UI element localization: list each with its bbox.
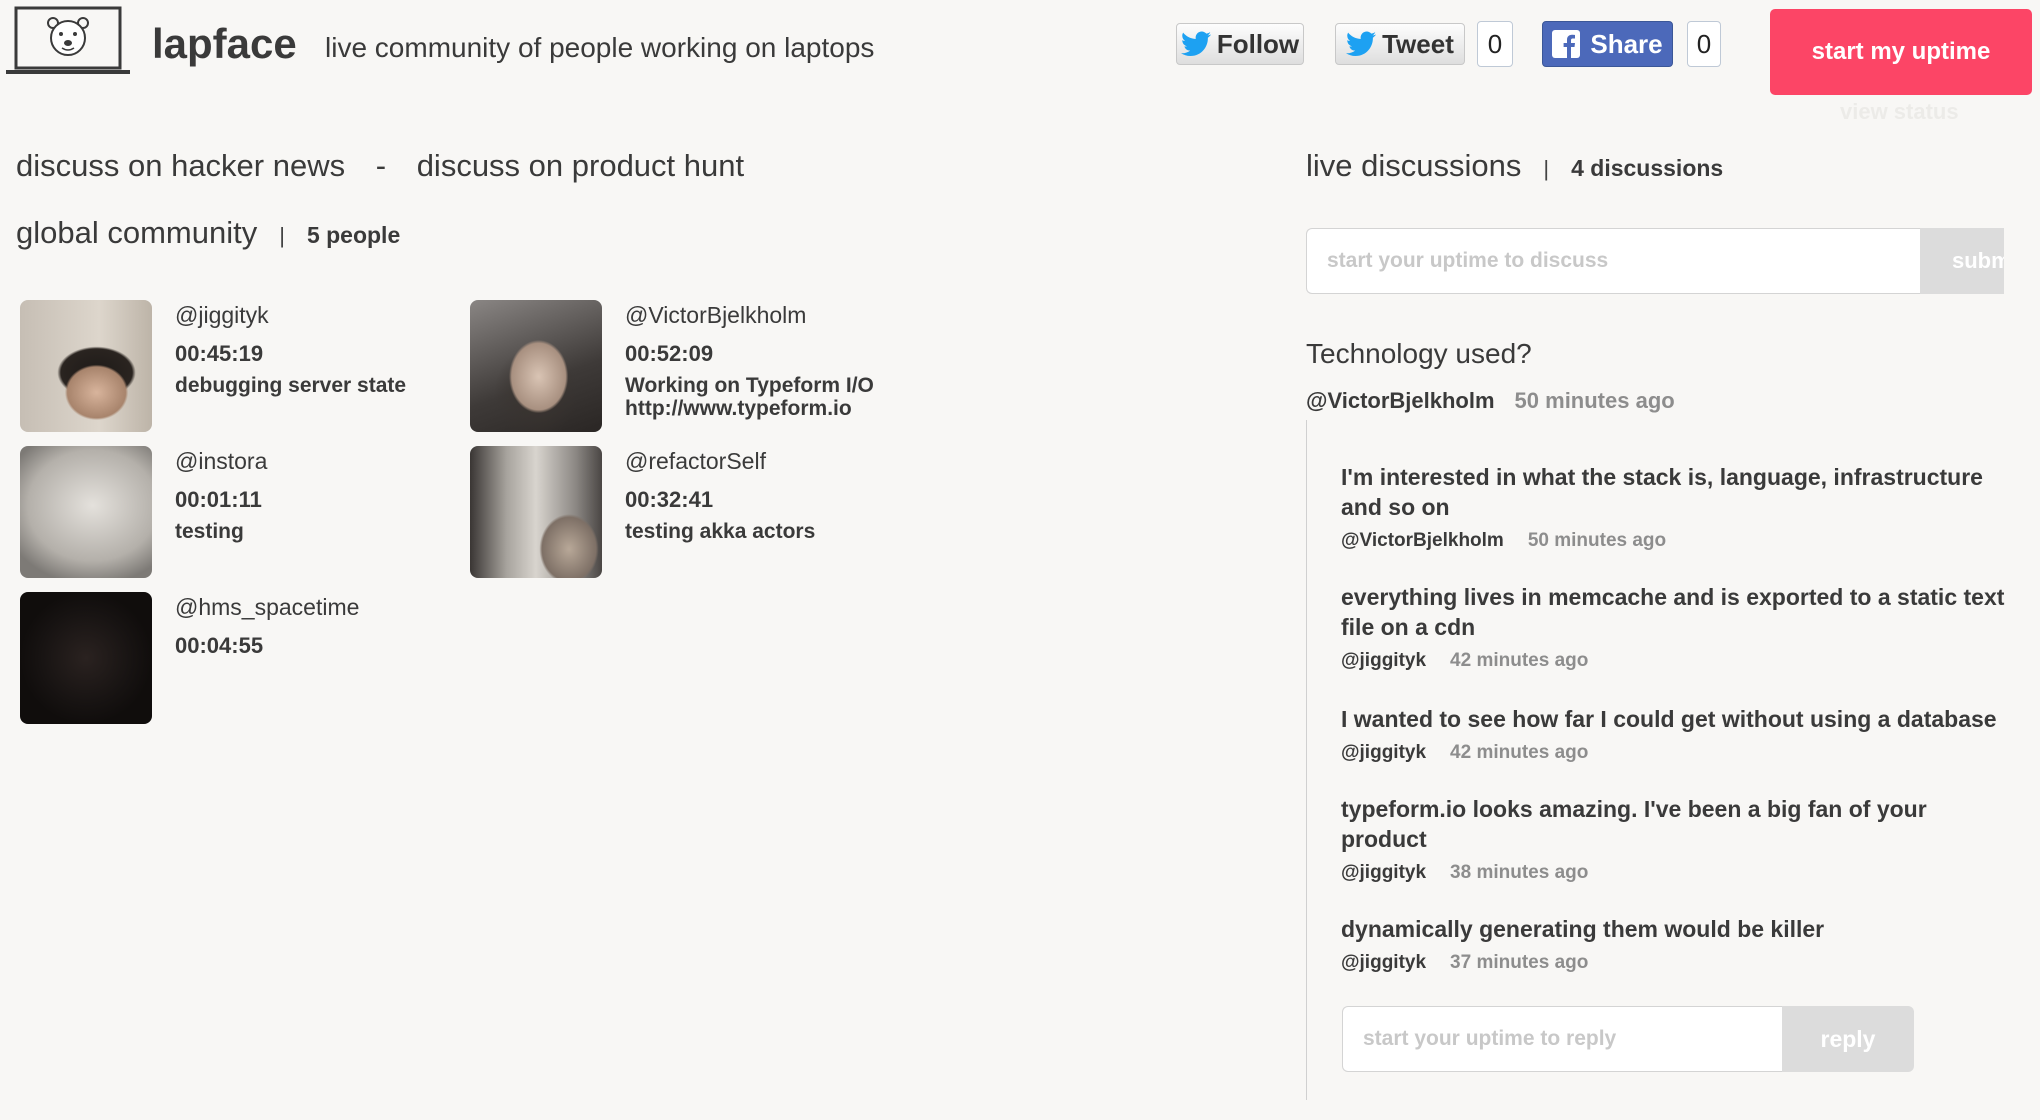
person-handle[interactable]: @VictorBjelkholm	[625, 300, 910, 336]
community-title: global community	[16, 215, 258, 250]
person-handle[interactable]: @refactorSelf	[625, 446, 910, 482]
link-separator: -	[375, 148, 387, 183]
comment-time: 50 minutes ago	[1527, 530, 1667, 551]
person-card[interactable]: @jiggityk 00:45:19 debugging server stat…	[20, 300, 460, 434]
discuss-links: discuss on hacker news - discuss on prod…	[16, 148, 766, 184]
tweet-button[interactable]: Tweet	[1335, 23, 1465, 65]
comment: I'm interested in what the stack is, lan…	[1341, 462, 2007, 552]
comment-meta: @jiggityk 38 minutes ago	[1341, 862, 2007, 884]
comment-author[interactable]: @jiggityk	[1341, 742, 1426, 763]
comment-author[interactable]: @jiggityk	[1341, 862, 1426, 883]
reply-input[interactable]: start your uptime to reply	[1342, 1006, 1782, 1072]
twitter-bird-icon	[1180, 31, 1211, 56]
divider: |	[279, 223, 285, 248]
webcam-avatar	[20, 300, 152, 432]
comment-time: 42 minutes ago	[1450, 742, 1589, 763]
view-status-link[interactable]: view status	[1840, 99, 1959, 125]
comment-meta: @VictorBjelkholm 50 minutes ago	[1341, 530, 2007, 552]
comment-text: I'm interested in what the stack is, lan…	[1341, 464, 1983, 520]
brand-name[interactable]: lapface	[152, 20, 297, 68]
product-hunt-link[interactable]: discuss on product hunt	[417, 148, 744, 183]
topic-meta: @VictorBjelkholm 50 minutes ago	[1306, 388, 1675, 414]
person-handle[interactable]: @instora	[175, 446, 460, 482]
comment-time: 42 minutes ago	[1450, 650, 1589, 671]
follow-label: Follow	[1216, 28, 1300, 59]
topic-author[interactable]: @VictorBjelkholm	[1306, 388, 1495, 413]
comment-author[interactable]: @jiggityk	[1341, 952, 1426, 973]
person-card[interactable]: @hms_spacetime 00:04:55	[20, 592, 460, 726]
person-card[interactable]: @refactorSelf 00:32:41 testing akka acto…	[470, 446, 910, 580]
discussions-count: 4 discussions	[1571, 155, 1724, 181]
comment: I wanted to see how far I could get with…	[1341, 704, 2007, 764]
person-status: testing	[175, 520, 244, 543]
person-card[interactable]: @instora 00:01:11 testing	[20, 446, 460, 580]
divider: |	[1543, 156, 1550, 181]
people-count: 5 people	[306, 222, 401, 248]
webcam-avatar	[20, 592, 152, 724]
comment-text: typeform.io looks amazing. I've been a b…	[1341, 796, 1927, 852]
webcam-avatar	[470, 300, 602, 432]
discussion-input[interactable]: start your uptime to discuss	[1306, 228, 1920, 294]
person-status: Working on Typeform I/O http://www.typef…	[625, 374, 874, 420]
comment: dynamically generating them would be kil…	[1341, 914, 2007, 974]
comment-text: dynamically generating them would be kil…	[1341, 916, 1825, 942]
discussions-title: live discussions	[1306, 148, 1522, 183]
share-label: Share	[1590, 28, 1663, 59]
topic-title[interactable]: Technology used?	[1306, 338, 1532, 370]
person-status	[175, 662, 460, 666]
comment-time: 37 minutes ago	[1450, 952, 1589, 973]
comment: typeform.io looks amazing. I've been a b…	[1341, 794, 2007, 884]
topic-time: 50 minutes ago	[1514, 388, 1675, 413]
person-uptime: 00:01:11	[175, 487, 262, 512]
submit-button[interactable]: submit	[1920, 228, 2004, 294]
thread-divider	[1306, 420, 1307, 1100]
comment-author[interactable]: @VictorBjelkholm	[1341, 530, 1504, 551]
facebook-icon	[1552, 30, 1581, 58]
tweet-label: Tweet	[1382, 28, 1454, 59]
facebook-share-button[interactable]: Share	[1542, 21, 1673, 67]
comment-text: everything lives in memcache and is expo…	[1341, 584, 2005, 640]
start-uptime-button[interactable]: start my uptime	[1770, 9, 2032, 95]
twitter-bird-icon	[1346, 31, 1377, 56]
webcam-avatar	[20, 446, 152, 578]
comment-author[interactable]: @jiggityk	[1341, 650, 1426, 671]
person-uptime: 00:32:41	[625, 487, 714, 512]
comment-meta: @jiggityk 37 minutes ago	[1341, 952, 2007, 974]
discussions-header: live discussions | 4 discussions	[1306, 148, 1723, 184]
twitter-follow-button[interactable]: Follow	[1176, 23, 1304, 65]
tweet-count: 0	[1477, 21, 1513, 67]
person-uptime: 00:45:19	[175, 341, 264, 366]
person-status: debugging server state	[175, 374, 407, 397]
person-uptime: 00:04:55	[175, 633, 264, 658]
header: lapface live community of people working…	[0, 0, 2040, 124]
person-status: testing akka actors	[625, 520, 816, 543]
person-uptime: 00:52:09	[625, 341, 714, 366]
webcam-avatar	[470, 446, 602, 578]
comment: everything lives in memcache and is expo…	[1341, 582, 2007, 672]
hacker-news-link[interactable]: discuss on hacker news	[16, 148, 345, 183]
laptop-bear-logo-icon[interactable]	[6, 6, 130, 76]
tagline: live community of people working on lapt…	[325, 32, 875, 63]
person-card[interactable]: @VictorBjelkholm 00:52:09 Working on Typ…	[470, 300, 910, 434]
reply-button[interactable]: reply	[1782, 1006, 1914, 1072]
comment-time: 38 minutes ago	[1450, 862, 1589, 883]
person-handle[interactable]: @jiggityk	[175, 300, 460, 336]
community-header: global community | 5 people	[16, 215, 400, 251]
comment-meta: @jiggityk 42 minutes ago	[1341, 650, 2007, 672]
comment-text: I wanted to see how far I could get with…	[1341, 706, 1997, 732]
person-handle[interactable]: @hms_spacetime	[175, 592, 460, 628]
share-count: 0	[1687, 21, 1721, 67]
comment-meta: @jiggityk 42 minutes ago	[1341, 742, 2007, 764]
